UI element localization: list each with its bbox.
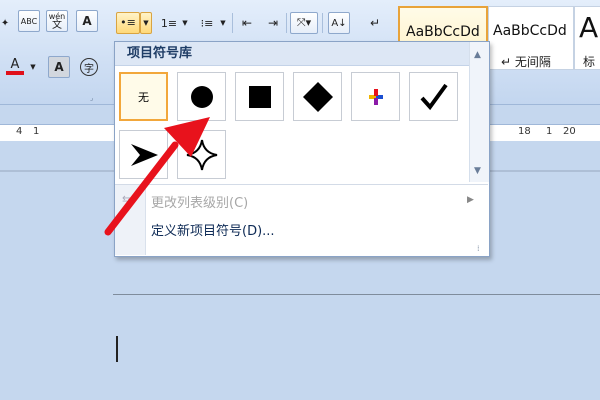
- annotation-arrow: [104, 117, 210, 236]
